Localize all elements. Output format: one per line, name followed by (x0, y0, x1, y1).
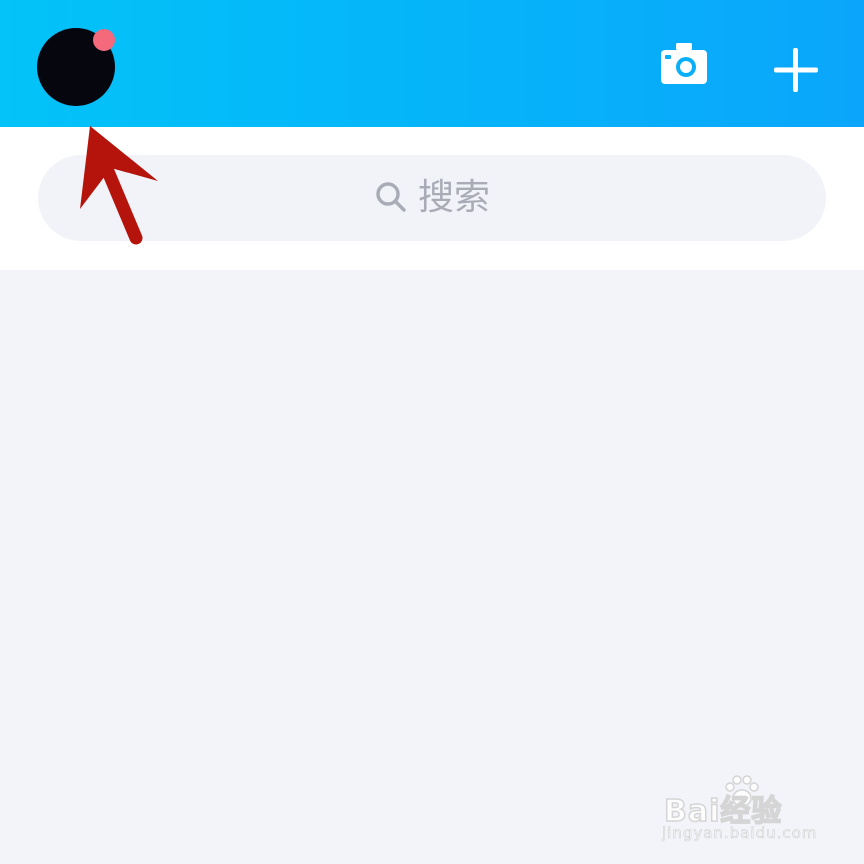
search-placeholder: 搜索 (417, 177, 490, 218)
camera-icon[interactable] (656, 40, 712, 90)
watermark: Bai经验 jingyan.baidu.com (660, 772, 820, 852)
top-bar (0, 0, 864, 127)
avatar-notification-badge (93, 29, 115, 51)
search-icon (376, 182, 406, 212)
plus-icon[interactable] (770, 44, 822, 96)
watermark-url: jingyan.baidu.com (662, 824, 818, 843)
search-input[interactable]: 搜索 (38, 155, 826, 241)
search-area: 搜索 (0, 127, 864, 270)
app-screen: 搜索 Bai经验 jingyan.baidu.com (0, 0, 864, 864)
